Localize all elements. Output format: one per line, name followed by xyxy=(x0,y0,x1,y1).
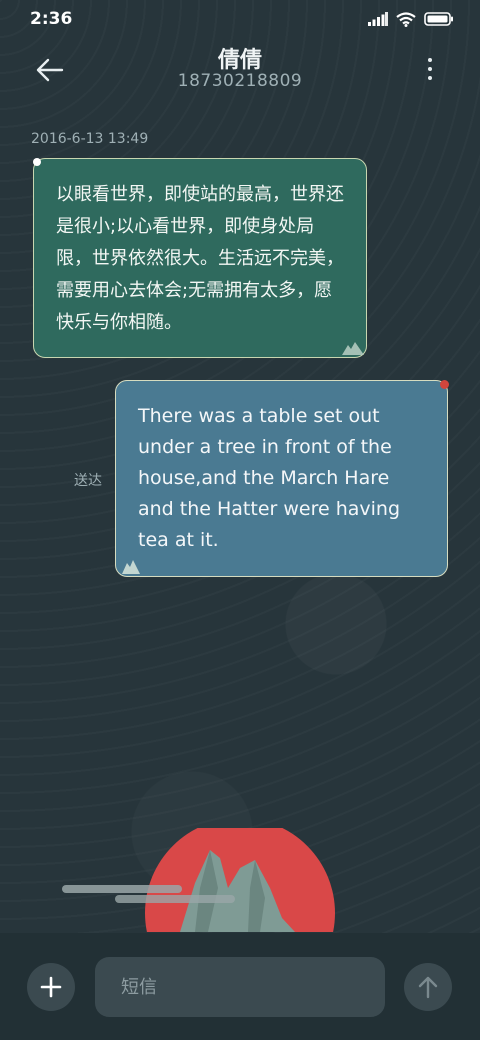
incoming-message-text: 以眼看世界，即使站的最高，世界还是很小;以心看世界，即使身处局限，世界依然很大。… xyxy=(56,184,344,333)
sun-mountain-artwork xyxy=(62,828,335,932)
add-attachment-button[interactable] xyxy=(27,963,75,1011)
message-timestamp: 2016-6-13 13:49 xyxy=(31,131,149,147)
plus-icon xyxy=(40,976,62,998)
delivery-status: 送达 xyxy=(74,473,102,489)
wifi-icon xyxy=(396,11,416,27)
arrow-up-icon xyxy=(418,976,438,999)
battery-icon xyxy=(424,12,453,26)
status-bar: 2:36 xyxy=(0,0,480,38)
status-time: 2:36 xyxy=(30,9,73,29)
status-icons xyxy=(368,11,454,27)
send-button[interactable] xyxy=(404,963,452,1011)
conversation-header: 倩倩 18730218809 xyxy=(0,38,480,108)
message-input[interactable] xyxy=(95,957,385,1017)
more-vertical-icon xyxy=(428,58,432,62)
bubble-dot-decoration xyxy=(440,380,449,389)
incoming-message-bubble[interactable]: 以眼看世界，即使站的最高，世界还是很小;以心看世界，即使身处局限，世界依然很大。… xyxy=(33,158,367,358)
bubble-dot-decoration xyxy=(33,158,41,166)
outgoing-message-text: There was a table set out under a tree i… xyxy=(138,405,401,551)
message-input-bar xyxy=(0,933,480,1040)
contact-number: 18730218809 xyxy=(177,71,303,91)
contact-name: 倩倩 xyxy=(217,48,262,73)
more-options-button[interactable] xyxy=(420,56,440,82)
signal-icon xyxy=(368,12,388,26)
mountain-decoration-icon xyxy=(122,560,140,574)
outgoing-message-bubble[interactable]: There was a table set out under a tree i… xyxy=(115,380,449,577)
mountain-decoration-icon xyxy=(342,342,364,355)
